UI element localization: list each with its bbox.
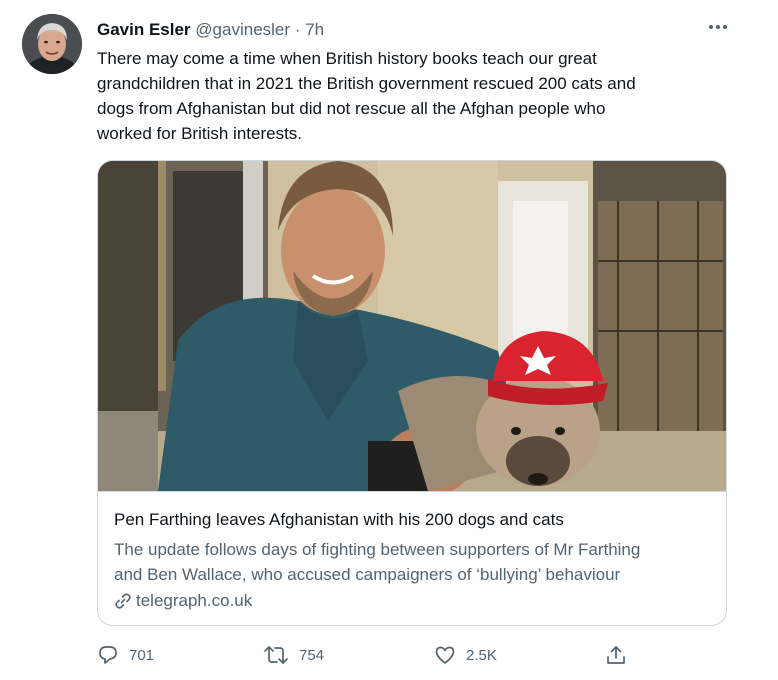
card-description-line: The update follows days of fighting betw… bbox=[114, 540, 641, 559]
avatar-photo bbox=[22, 14, 82, 74]
tweet-text-line: dogs from Afghanistan but did not rescue… bbox=[97, 99, 606, 118]
action-bar: 701 754 2.5K bbox=[0, 644, 778, 670]
link-card[interactable]: Pen Farthing leaves Afghanistan with his… bbox=[97, 160, 727, 626]
link-icon bbox=[115, 593, 131, 609]
retweet-button[interactable]: 754 bbox=[263, 644, 324, 666]
card-domain-text: telegraph.co.uk bbox=[136, 591, 253, 610]
card-title[interactable]: Pen Farthing leaves Afghanistan with his… bbox=[114, 510, 564, 530]
author-handle[interactable]: @gavinesler bbox=[195, 20, 290, 39]
tweet-text-line: worked for British interests. bbox=[97, 124, 303, 143]
card-description-line: and Ben Wallace, who accused campaigners… bbox=[114, 565, 621, 584]
retweet-count: 754 bbox=[299, 646, 325, 664]
share-icon bbox=[607, 646, 625, 664]
separator-dot: · bbox=[294, 20, 301, 39]
card-image[interactable] bbox=[98, 161, 726, 496]
tweet-header: Gavin Esler @gavinesler · 7h bbox=[97, 19, 324, 41]
like-button[interactable]: 2.5K bbox=[434, 644, 497, 666]
reply-icon bbox=[99, 646, 117, 664]
tweet-time[interactable]: 7h bbox=[305, 20, 324, 39]
tweet-text-line: There may come a time when British histo… bbox=[97, 49, 597, 68]
more-icon[interactable] bbox=[704, 16, 732, 38]
reply-count: 701 bbox=[129, 646, 155, 664]
tweet-text-line: grandchildren that in 2021 the British g… bbox=[97, 74, 636, 93]
tweet-text: There may come a time when British histo… bbox=[97, 46, 737, 146]
author-name[interactable]: Gavin Esler bbox=[97, 20, 191, 39]
card-description: The update follows days of fighting betw… bbox=[114, 537, 714, 587]
avatar[interactable] bbox=[22, 14, 82, 74]
like-count: 2.5K bbox=[466, 646, 497, 664]
like-icon bbox=[435, 646, 455, 664]
reply-button[interactable]: 701 bbox=[97, 644, 154, 666]
share-button[interactable] bbox=[605, 644, 627, 666]
card-domain[interactable]: telegraph.co.uk bbox=[114, 591, 252, 611]
retweet-icon bbox=[264, 646, 288, 664]
